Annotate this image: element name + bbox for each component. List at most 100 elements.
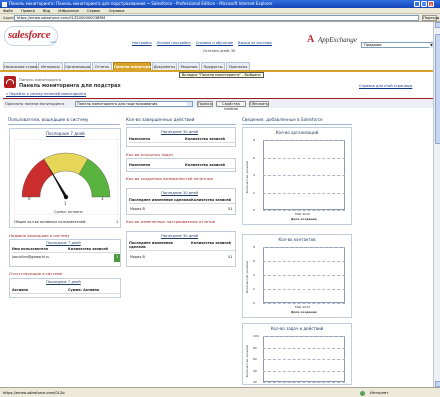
- link-personal-setup[interactable]: Личная настройка: [157, 41, 191, 45]
- minimize-icon[interactable]: _: [414, 1, 420, 7]
- tab-bar: Начальная страница Интересы Организации Отч…: [3, 62, 440, 70]
- tab-5[interactable]: Документы: [152, 62, 177, 70]
- mid0-rule: [129, 142, 235, 143]
- chart-panel-2[interactable]: Кол-во задач и действий 100 80 60 40 20 Количе…: [242, 323, 352, 385]
- menu-help[interactable]: Справка: [109, 9, 125, 13]
- chart-gridline: [263, 347, 345, 349]
- tab-4[interactable]: Панели мониторинга: [113, 62, 158, 70]
- tab-6[interactable]: Решения: [178, 62, 200, 70]
- logins-row-user: joecollins@goworld.ru: [12, 255, 50, 259]
- mid1-rule: [129, 168, 235, 169]
- appexchange-logo[interactable]: A AppExchange: [303, 33, 359, 47]
- salesforce-header: salesforce com Настройка Личная настройк…: [0, 22, 440, 60]
- menu-view[interactable]: Вид: [43, 9, 50, 13]
- salesforce-logo[interactable]: salesforce com: [4, 26, 58, 46]
- open-tasks-panel: Назначено Количество записей: [126, 158, 236, 172]
- tab-7[interactable]: Продукты: [201, 62, 225, 70]
- tab-tooltip: Вкладка "Панели мониторинга" - Выбрано: [179, 72, 264, 78]
- chart-x-tick: Май 2010: [295, 305, 310, 309]
- created-opps-panel: Последние 30 дней Последнее изменение сд…: [126, 188, 236, 215]
- chart-x-label: Дата создания: [291, 217, 317, 221]
- chart-panel-0[interactable]: Кол-во организаций 8 6 4 2 0 Количество записе…: [242, 127, 352, 225]
- chart-title-2: Кол-во задач и действий: [270, 326, 324, 331]
- mid3-title[interactable]: Последние 30 дней: [161, 234, 198, 238]
- chart-gridline: [263, 275, 345, 276]
- chart-gridline: [263, 359, 345, 360]
- back-to-dashboards-link[interactable]: « Перейти к списку панелей мониторинга: [6, 92, 86, 96]
- link-logout[interactable]: Выход из системы: [238, 41, 272, 45]
- chart-y-tick: 8: [253, 245, 255, 249]
- chart-y-tick: 2: [253, 287, 255, 291]
- chart-title-0: Кол-во организаций: [275, 130, 319, 135]
- tab-1[interactable]: Интересы: [38, 62, 63, 70]
- mid2-rule: [129, 203, 235, 204]
- mid2-title[interactable]: Последние 30 дней: [161, 191, 198, 195]
- mid3-row-count: 51: [228, 255, 233, 259]
- tab-2[interactable]: Организации: [64, 62, 91, 70]
- logins-header-count: Количество записей: [68, 247, 108, 251]
- app-select[interactable]: Продажи ▼: [361, 42, 435, 48]
- link-help-training[interactable]: Справка и обучение: [196, 41, 233, 45]
- chart-x-tick: Май 2010: [295, 212, 310, 216]
- changed-reports-panel: Последние 30 дней Последнее изменение сд…: [126, 231, 236, 267]
- logins-row-count: 1: [116, 255, 119, 259]
- dashboard-properties-button[interactable]: Свойства панели: [216, 100, 246, 111]
- right-column-rule: [242, 124, 352, 125]
- menu-file[interactable]: Файл: [3, 9, 13, 13]
- tab-0[interactable]: Начальная страница: [3, 62, 43, 70]
- mid0-header-count: Количество записей: [185, 137, 225, 141]
- dashboard-title: Панель мониторинга для подстрах: [19, 83, 121, 89]
- help-link[interactable]: Справка для этой страницы: [359, 84, 412, 88]
- edit-button[interactable]: Правка: [197, 100, 213, 107]
- tab-3[interactable]: Отчеты: [92, 62, 112, 70]
- logo-text: salesforce: [8, 29, 51, 41]
- gauge-value-label: Сумма: Активно: [54, 210, 83, 214]
- chart-panel-1[interactable]: Кол-во контактов 8 6 4 2 0 Количество записей М…: [242, 234, 352, 318]
- logins-header-rule: [12, 252, 119, 253]
- logins-panel: Последние 7 дней Имя пользователя Количе…: [9, 239, 121, 267]
- mid0-title[interactable]: Последние 30 дней: [161, 130, 198, 134]
- ie-icon: [2, 1, 7, 7]
- page-scrollbar[interactable]: [433, 22, 440, 387]
- window-title-bar: Панель мониторинга: Панель мониторинга д…: [0, 0, 440, 8]
- status-bar: https://emea.salesforce.com/01Zo Интерне…: [0, 387, 440, 397]
- chart-y-tick: 60: [253, 357, 257, 361]
- close-icon[interactable]: ×: [428, 1, 434, 7]
- chevron-down-icon: [187, 101, 192, 106]
- chart-y-tick: 0: [253, 208, 255, 212]
- chart-gridline: [263, 210, 345, 211]
- scroll-thumb[interactable]: [434, 34, 440, 144]
- gauge-panel: Последние 7 дней 0 3 1 Сумма: Активно Об…: [9, 128, 121, 228]
- chart-gridline: [263, 157, 345, 159]
- address-input[interactable]: https://emea.salesforce.com/01Z200000003…: [14, 15, 419, 21]
- chart-y-tick: 4: [253, 273, 255, 277]
- chart-y-tick: 2: [253, 190, 255, 195]
- go-button[interactable]: Переход: [422, 15, 439, 21]
- logins-table-title[interactable]: Последние 7 дней: [46, 241, 81, 245]
- chart-gridline: [263, 382, 345, 383]
- refresh-button[interactable]: Обновить: [249, 100, 269, 107]
- scroll-up-icon[interactable]: [434, 22, 440, 28]
- created-opps-section-title: Кол-во созданных возможностей нечетных: [126, 176, 214, 181]
- dashboard-icon: [4, 76, 16, 88]
- dashboard-view-bar: Просмотр панели мониторинга Панель монит…: [3, 98, 437, 111]
- logins-header-user: Имя пользователя: [12, 247, 48, 251]
- gauge-title[interactable]: Последние 7 дней: [46, 131, 85, 136]
- menu-favorites[interactable]: Избранное: [58, 9, 78, 13]
- chart-y-tick: 100: [253, 334, 259, 338]
- menu-edit[interactable]: Правка: [21, 9, 35, 13]
- chart-y-tick: 4: [253, 173, 255, 177]
- gauge-footer-label: Общее кол-во активных пользователей:: [14, 220, 87, 224]
- chart-gridline: [263, 370, 345, 372]
- absent-table-title[interactable]: Последние 7 дней: [46, 280, 81, 284]
- dashboard-view-select[interactable]: Панель мониторинга для подстрахования: [75, 100, 193, 107]
- chart-y-label: Количество записей: [245, 260, 250, 294]
- menu-tools[interactable]: Сервис: [87, 9, 100, 13]
- gauge-chart[interactable]: 0 3 1 Сумма: Активно: [14, 139, 118, 215]
- maximize-icon[interactable]: □: [421, 1, 427, 7]
- chart-y-tick: 80: [253, 345, 257, 350]
- link-setup[interactable]: Настройка: [132, 41, 152, 45]
- mid1-header-count: Количество записей: [185, 163, 225, 167]
- tab-8[interactable]: Прогнозы: [226, 62, 250, 70]
- chart-y-tick: 20: [253, 380, 257, 384]
